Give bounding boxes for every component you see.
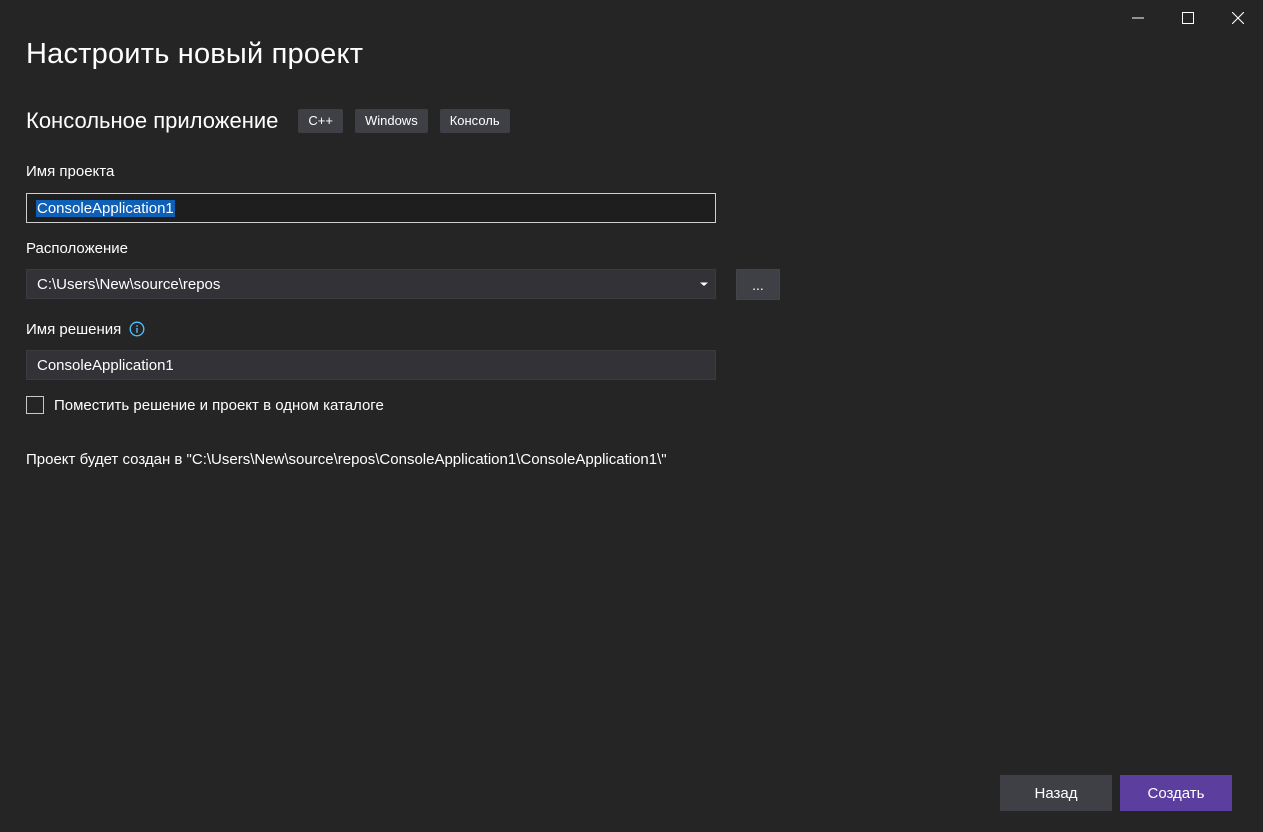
dialog-window: Настроить новый проект Консольное прилож… bbox=[0, 0, 1263, 832]
solution-name-label: Имя решения bbox=[26, 321, 122, 338]
maximize-button[interactable] bbox=[1163, 0, 1213, 36]
location-value: C:\Users\New\source\repos bbox=[37, 275, 221, 293]
same-directory-label: Поместить решение и проект в одном катал… bbox=[54, 396, 384, 414]
tag-language: C++ bbox=[298, 109, 343, 133]
minimize-icon bbox=[1132, 17, 1144, 19]
browse-button[interactable]: ... bbox=[736, 269, 780, 300]
page-title: Настроить новый проект bbox=[26, 38, 364, 70]
tag-platform: Windows bbox=[354, 109, 428, 133]
project-path-info: Проект будет создан в "C:\Users\New\sour… bbox=[26, 451, 667, 468]
project-name-input[interactable]: ConsoleApplication1 bbox=[26, 193, 716, 223]
chevron-down-icon[interactable] bbox=[699, 281, 709, 287]
same-directory-checkbox[interactable] bbox=[26, 396, 44, 414]
solution-name-input[interactable]: ConsoleApplication1 bbox=[26, 350, 716, 380]
solution-name-label-row: Имя решения bbox=[26, 321, 145, 338]
tag-project-type: Консоль bbox=[439, 109, 510, 133]
maximize-icon bbox=[1182, 12, 1194, 24]
same-directory-option[interactable]: Поместить решение и проект в одном катал… bbox=[26, 396, 384, 414]
close-icon bbox=[1232, 12, 1244, 24]
minimize-button[interactable] bbox=[1113, 0, 1163, 36]
create-button[interactable]: Создать bbox=[1120, 775, 1232, 811]
template-header: Консольное приложение C++ Windows Консол… bbox=[26, 106, 522, 136]
info-icon[interactable] bbox=[129, 321, 145, 337]
project-name-value: ConsoleApplication1 bbox=[36, 199, 175, 217]
location-label: Расположение bbox=[26, 240, 128, 257]
window-controls bbox=[1113, 0, 1263, 36]
project-name-label: Имя проекта bbox=[26, 163, 115, 180]
close-button[interactable] bbox=[1213, 0, 1263, 36]
location-combobox[interactable]: C:\Users\New\source\repos bbox=[26, 269, 716, 299]
back-button[interactable]: Назад bbox=[1000, 775, 1112, 811]
template-name: Консольное приложение bbox=[26, 108, 279, 133]
solution-name-value: ConsoleApplication1 bbox=[37, 356, 174, 374]
